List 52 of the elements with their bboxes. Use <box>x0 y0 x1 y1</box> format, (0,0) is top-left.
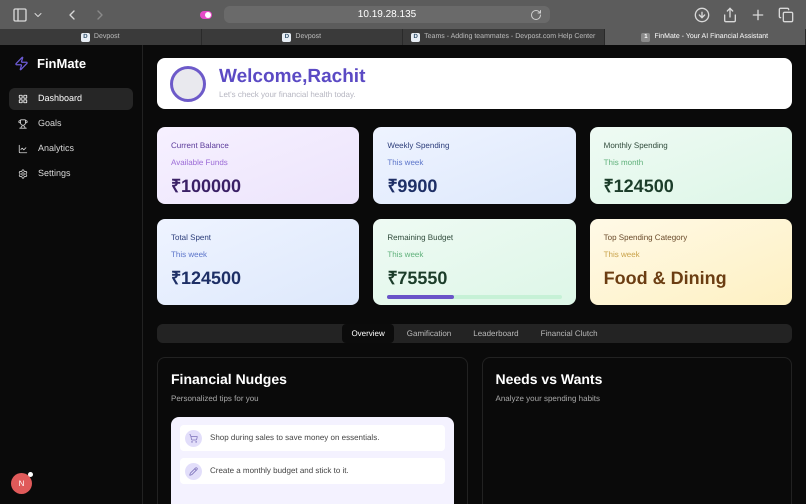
tabs-overview-icon[interactable] <box>778 6 794 22</box>
sidebar-item[interactable]: Settings <box>9 162 133 184</box>
tab[interactable]: Leaderboard <box>464 324 528 343</box>
card-period: This month <box>604 157 644 169</box>
card-title: Total Spent <box>171 232 212 244</box>
card-period: This week <box>171 249 208 261</box>
panel-subtitle: Analyze your spending habits <box>496 393 602 405</box>
toggle-icon[interactable] <box>200 10 212 18</box>
share-icon[interactable] <box>722 6 738 22</box>
pencil-icon <box>185 462 202 480</box>
card-period: This week <box>387 249 424 261</box>
sidebar-toggle-icon[interactable] <box>12 6 28 22</box>
card-period: Available Funds <box>171 157 229 169</box>
card-title: Remaining Budget <box>387 232 454 244</box>
nav-icon <box>18 168 28 178</box>
panel-title: Needs vs Wants <box>496 370 604 389</box>
panel-title: Financial Nudges <box>171 370 288 389</box>
avatar-placeholder <box>170 66 206 102</box>
card-value: ₹100000 <box>171 175 242 198</box>
panel-subtitle: Personalized tips for you <box>171 393 260 405</box>
card-value: ₹9900 <box>387 175 438 198</box>
brand-name: FinMate <box>37 55 86 73</box>
nav-icon <box>18 144 28 154</box>
sidebar-item[interactable]: Analytics <box>9 138 133 160</box>
avatar[interactable]: N <box>11 473 32 494</box>
nudge-text: Create a monthly budget and stick to it. <box>210 465 349 477</box>
tab[interactable]: Financial Clutch <box>532 324 607 343</box>
nav-icon <box>18 118 28 128</box>
card-title: Weekly Spending <box>387 140 450 152</box>
card-value: ₹124500 <box>171 267 242 290</box>
welcome-subtitle: Let's check your financial health today. <box>219 88 357 100</box>
address-field[interactable]: 10.19.28.135 <box>224 6 550 23</box>
new-tab-icon[interactable] <box>750 6 766 22</box>
tab[interactable]: Gamification <box>398 324 460 343</box>
card-period: This week <box>604 249 641 261</box>
sidebar-item[interactable]: Dashboard <box>9 88 133 110</box>
nav-icon <box>18 94 28 104</box>
download-icon[interactable] <box>694 6 710 22</box>
tab[interactable]: Overview <box>342 324 394 343</box>
card-title: Top Spending Category <box>604 232 688 244</box>
welcome-title: Welcome,Rachit <box>219 66 366 86</box>
card-title: Monthly Spending <box>604 140 669 152</box>
card-value: ₹75550 <box>387 267 448 290</box>
nudge-text: Shop during sales to save money on essentials. <box>210 432 380 444</box>
cart-icon <box>185 430 202 446</box>
card-title: Current Balance <box>171 140 230 152</box>
sidebar-item[interactable]: Goals <box>9 112 133 134</box>
card-value: Food & Dining <box>604 267 728 290</box>
lightning-icon <box>14 56 29 72</box>
reload-icon[interactable] <box>530 8 542 20</box>
card-period: This week <box>387 157 424 169</box>
card-value: ₹124500 <box>604 175 675 198</box>
